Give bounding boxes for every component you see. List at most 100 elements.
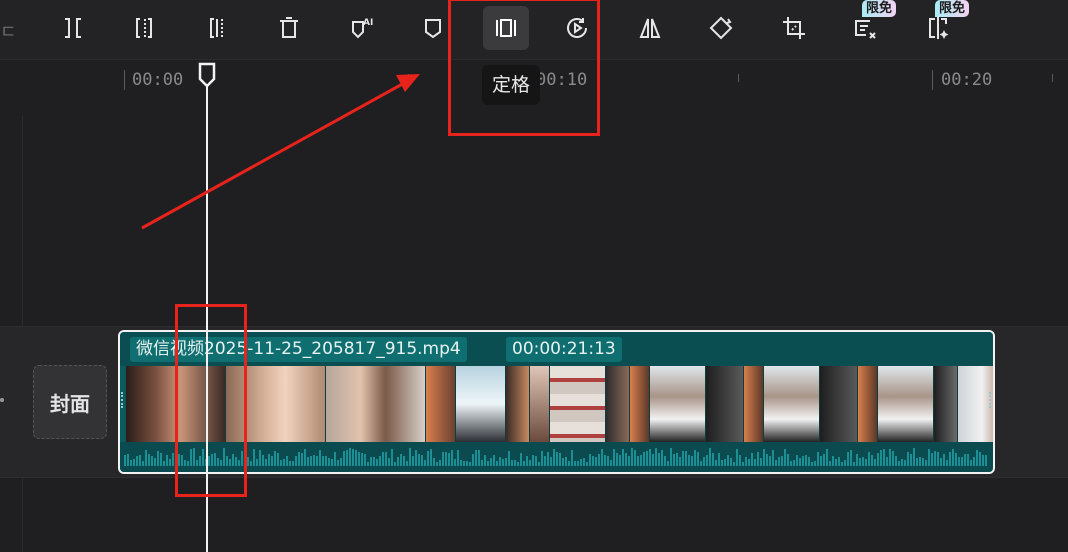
waveform-bar [553,449,555,466]
rotate-button[interactable] [698,6,744,50]
waveform-bar [544,456,546,466]
split-icon [65,18,81,38]
waveform-bar [754,459,756,466]
remove-subtitle-button[interactable]: 限免 [842,0,896,50]
waveform-bar [478,450,480,466]
waveform-bar [427,451,429,466]
waveform-bar [160,453,162,466]
waveform-bar [961,457,963,466]
waveform-bar [361,453,363,466]
ruler-time-label: 00:00 [132,70,184,90]
mirror-button[interactable] [627,6,673,50]
waveform-bar [370,457,372,466]
waveform-bar [907,452,909,466]
waveform-bar [643,452,645,466]
waveform-bar [460,460,462,466]
waveform-bar [271,456,273,466]
ai-marker-button[interactable]: AI [338,6,384,50]
waveform-bar [664,456,666,466]
waveform-bar [775,460,777,466]
waveform-bar [454,459,456,466]
waveform-bar [739,455,741,466]
waveform-bar [817,452,819,466]
waveform-bar [676,453,678,466]
waveform-bar [511,460,513,466]
waveform-bar [727,455,729,466]
waveform-bar [559,453,561,466]
waveform-bar [847,452,849,466]
waveform-bar [793,460,795,466]
smart-crop-button[interactable]: 限免 [915,0,969,50]
waveform-bar [499,457,501,466]
waveform-bar [682,451,684,466]
waveform-bar [514,460,516,466]
rotate-icon [709,16,733,40]
mirror-icon [639,18,661,38]
playhead-handle[interactable] [198,62,216,88]
waveform-bar [733,462,735,466]
waveform-bar [346,450,348,466]
waveform-bar [484,455,486,466]
video-clip[interactable]: 微信视频2025-11-25_205817_915.mp4 00:00:21:1… [118,330,995,474]
waveform-bar [670,448,672,466]
waveform-bar [358,452,360,466]
waveform-bar [307,457,309,466]
waveform-bar [865,459,867,466]
waveform-bar [541,451,543,466]
waveform-bar [829,461,831,466]
split-button[interactable] [50,6,96,50]
waveform-bar [652,454,654,466]
waveform-bar [472,454,474,466]
clip-left-handle[interactable] [121,392,123,408]
waveform-bar [520,453,522,466]
waveform-bar [415,450,417,466]
waveform-bar [886,457,888,466]
waveform-bar [658,453,660,466]
waveform-bar [430,449,432,466]
waveform-bar [751,453,753,466]
waveform-bar [898,461,900,466]
waveform-bar [958,457,960,466]
waveform-bar [784,449,786,466]
waveform-bar [562,458,564,466]
waveform-bar [331,459,333,466]
waveform-bar [583,458,585,466]
ruler-time-label: 00:20 [941,70,993,90]
waveform-bar [748,459,750,466]
waveform-bar [538,462,540,466]
ruler-tick [124,70,125,90]
waveform-bar [955,453,957,466]
waveform-bar [679,457,681,466]
waveform-bar [796,455,798,466]
clip-thumbnails [126,366,993,442]
waveform-bar [802,456,804,466]
waveform-bar [985,455,987,466]
crop-button[interactable] [771,6,817,50]
waveform-bar [826,449,828,466]
waveform-bar [568,461,570,466]
waveform-bar [145,450,147,466]
toolbar-edge-glyph: ㄷ [0,22,17,43]
video-thumbnail [630,366,650,442]
trim-right-button[interactable] [194,6,240,50]
waveform-bar [943,454,945,466]
delete-button[interactable] [266,6,312,50]
waveform-bar [337,460,339,466]
waveform-bar [589,454,591,466]
clip-right-handle[interactable] [989,392,991,408]
cover-button[interactable]: 封面 [33,365,107,439]
waveform-bar [367,462,369,466]
waveform-bar [508,451,510,466]
waveform-bar [475,450,477,466]
waveform-bar [814,461,816,466]
smart-crop-icon [929,17,949,39]
video-thumbnail [426,366,456,442]
waveform-bar [850,450,852,466]
waveform-bar [904,460,906,466]
waveform-bar [808,457,810,466]
waveform-bar [601,449,603,466]
waveform-bar [469,462,471,466]
waveform-bar [895,456,897,466]
waveform-bar [418,454,420,466]
trim-left-button[interactable] [122,6,168,50]
